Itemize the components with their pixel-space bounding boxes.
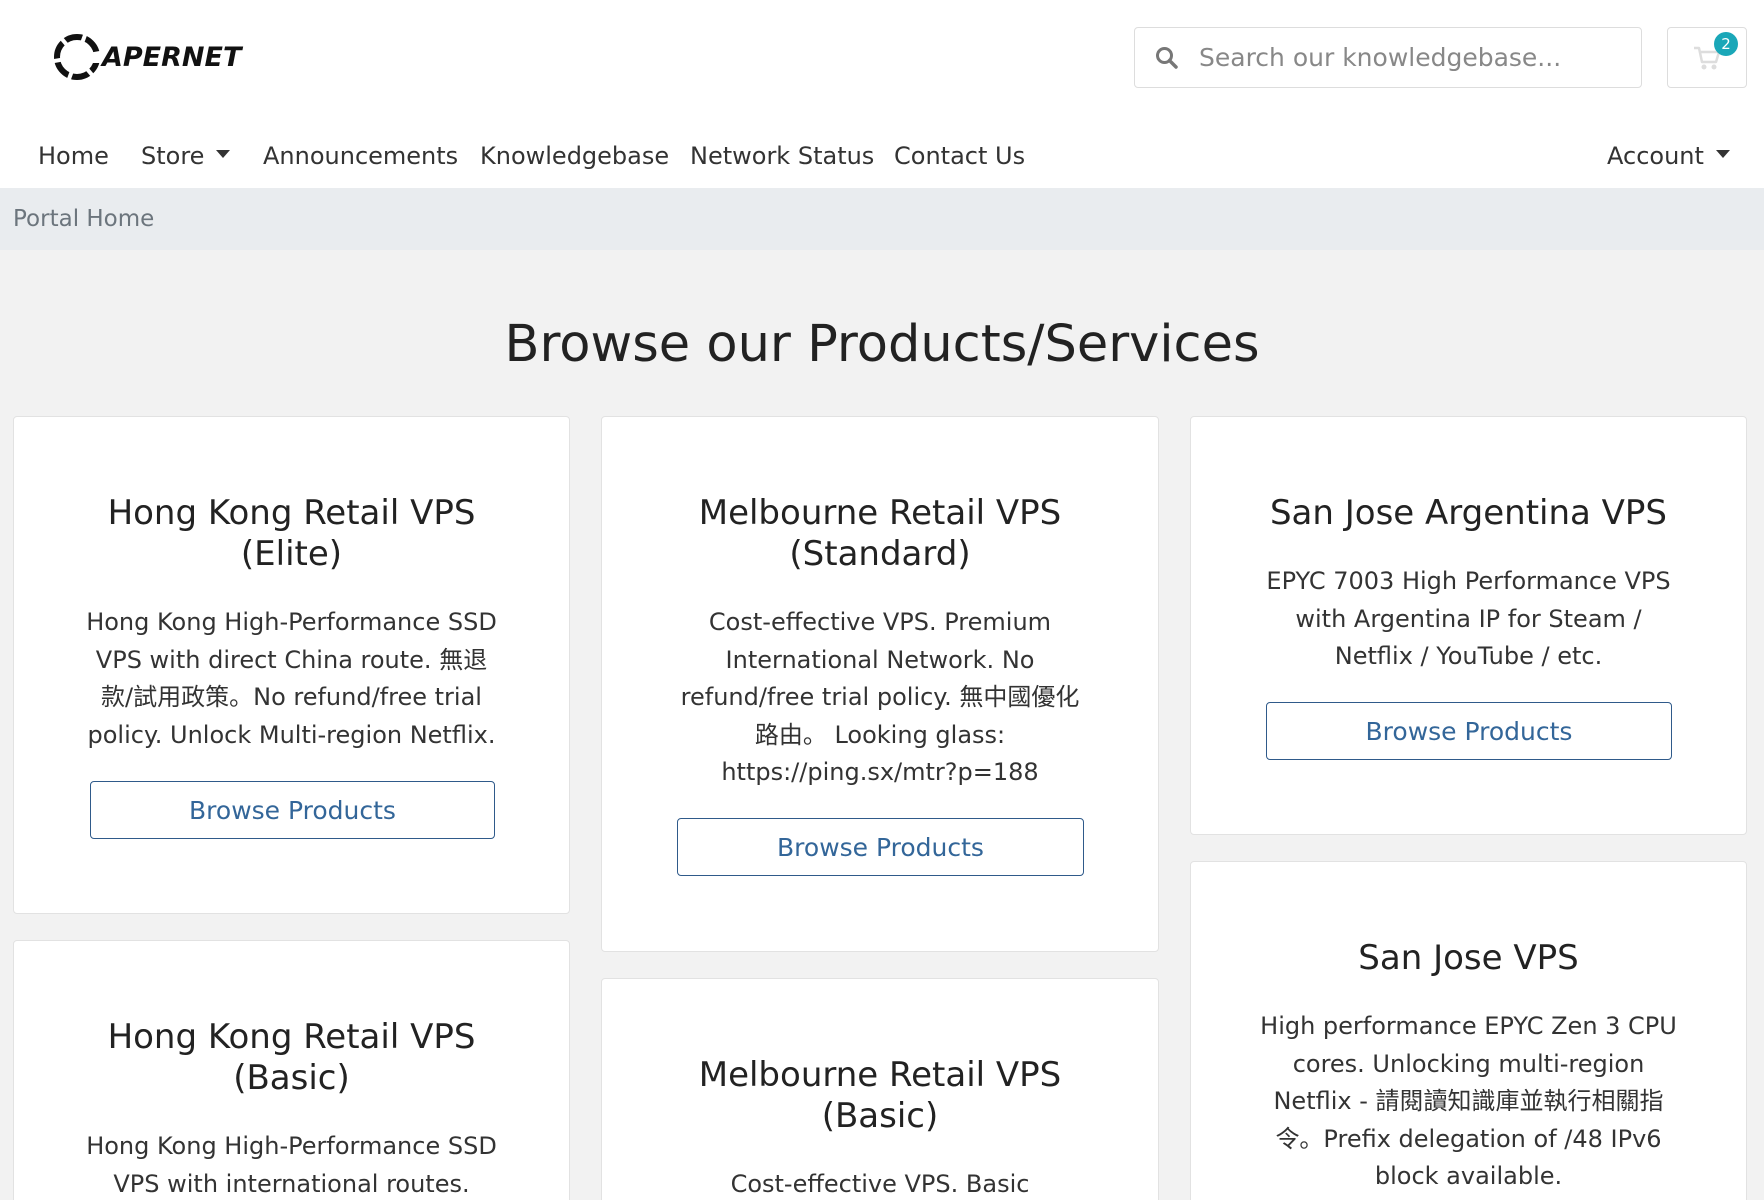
product-card-melbourne-standard: Melbourne Retail VPS (Standard) Cost-eff… xyxy=(601,416,1159,952)
product-description: High performance EPYC Zen 3 CPU cores. U… xyxy=(1260,1012,1677,1190)
search-icon[interactable] xyxy=(1135,28,1199,87)
chevron-down-icon xyxy=(216,150,231,158)
product-title: San Jose VPS xyxy=(1358,938,1579,978)
product-title: Melbourne Retail VPS (Basic) xyxy=(698,1055,1062,1136)
product-card-melbourne-basic: Melbourne Retail VPS (Basic) Cost-effect… xyxy=(601,978,1159,1200)
brand-name: APERNET xyxy=(102,41,242,73)
breadcrumb-portal-home[interactable]: Portal Home xyxy=(13,206,154,232)
product-card-hk-elite: Hong Kong Retail VPS (Elite) Hong Kong H… xyxy=(13,416,570,914)
product-card-sanjose-argentina: San Jose Argentina VPS EPYC 7003 High Pe… xyxy=(1190,416,1747,835)
browse-products-button[interactable]: Browse Products xyxy=(677,818,1084,876)
aperture-logo-icon xyxy=(51,31,104,83)
product-description: Hong Kong High-Performance SSD VPS with … xyxy=(86,1132,497,1198)
nav-account-label: Account xyxy=(1607,142,1704,170)
brand-logo[interactable]: APERNET xyxy=(50,28,241,86)
chevron-down-icon xyxy=(1715,150,1730,158)
cart-button[interactable]: 2 xyxy=(1667,27,1747,88)
product-description: Cost-effective VPS. Premium Internationa… xyxy=(680,608,1080,786)
nav-contact-us[interactable]: Contact Us xyxy=(894,124,1025,188)
product-title: Hong Kong Retail VPS (Elite) xyxy=(107,493,476,574)
nav-knowledgebase[interactable]: Knowledgebase xyxy=(480,124,669,188)
nav-store[interactable]: Store xyxy=(141,124,231,188)
browse-products-button[interactable]: Browse Products xyxy=(90,781,495,839)
browse-products-button[interactable]: Browse Products xyxy=(1266,702,1672,760)
product-description: Cost-effective VPS. Basic xyxy=(730,1170,1030,1198)
page-title: Browse our Products/Services xyxy=(504,315,1260,374)
main-nav: Home Store Announcements Knowledgebase N… xyxy=(0,124,1764,188)
product-description: EPYC 7003 High Performance VPS with Arge… xyxy=(1266,567,1671,670)
breadcrumb: Portal Home xyxy=(0,188,1764,250)
nav-account[interactable]: Account xyxy=(1607,124,1730,188)
product-card-sanjose: San Jose VPS High performance EPYC Zen 3… xyxy=(1190,861,1747,1200)
knowledgebase-search[interactable] xyxy=(1134,27,1642,88)
cart-count-badge: 2 xyxy=(1714,32,1738,56)
header: APERNET 2 xyxy=(0,0,1764,124)
nav-home[interactable]: Home xyxy=(38,124,109,188)
product-card-hk-basic: Hong Kong Retail VPS (Basic) Hong Kong H… xyxy=(13,940,570,1200)
product-title: Melbourne Retail VPS (Standard) xyxy=(698,493,1062,574)
nav-store-label: Store xyxy=(141,142,205,170)
nav-announcements[interactable]: Announcements xyxy=(263,124,458,188)
product-title: Hong Kong Retail VPS (Basic) xyxy=(107,1017,476,1098)
product-description: Hong Kong High-Performance SSD VPS with … xyxy=(86,608,497,749)
product-title: San Jose Argentina VPS xyxy=(1269,493,1668,533)
search-input[interactable] xyxy=(1199,28,1619,87)
nav-network-status[interactable]: Network Status xyxy=(690,124,874,188)
